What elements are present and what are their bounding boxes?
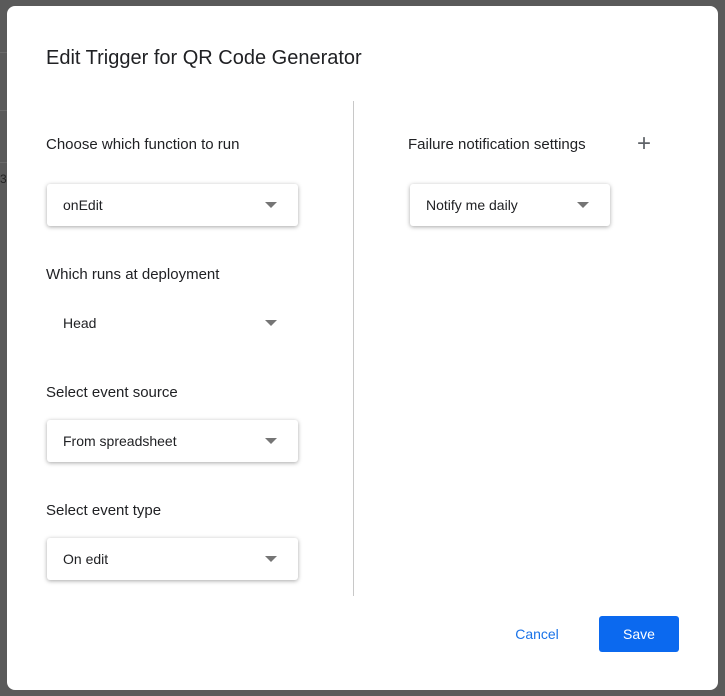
column-divider (353, 101, 354, 596)
cancel-button[interactable]: Cancel (497, 616, 577, 652)
chevron-down-icon (265, 556, 277, 562)
chevron-down-icon (265, 202, 277, 208)
event-type-value: On edit (63, 551, 109, 567)
event-source-label: Select event source (46, 384, 178, 401)
dialog-title: Edit Trigger for QR Code Generator (46, 47, 362, 69)
function-select[interactable]: onEdit (47, 184, 298, 226)
failure-notification-select[interactable]: Notify me daily (410, 184, 610, 226)
deployment-label: Which runs at deployment (46, 266, 220, 283)
failure-notification-label: Failure notification settings (408, 136, 586, 153)
sheet-row-number: 3 (0, 172, 7, 186)
failure-notification-value: Notify me daily (426, 197, 518, 213)
chevron-down-icon (265, 320, 277, 326)
chevron-down-icon (577, 202, 589, 208)
deployment-select[interactable]: Head (47, 302, 298, 344)
add-notification-icon[interactable]: + (637, 132, 651, 156)
save-button[interactable]: Save (599, 616, 679, 652)
chevron-down-icon (265, 438, 277, 444)
event-source-value: From spreadsheet (63, 433, 177, 449)
function-value: onEdit (63, 197, 103, 213)
function-label: Choose which function to run (46, 136, 240, 153)
event-type-select[interactable]: On edit (47, 538, 298, 580)
event-source-select[interactable]: From spreadsheet (47, 420, 298, 462)
deployment-value: Head (63, 315, 97, 331)
event-type-label: Select event type (46, 502, 162, 519)
edit-trigger-dialog: Edit Trigger for QR Code Generator Choos… (7, 6, 718, 690)
